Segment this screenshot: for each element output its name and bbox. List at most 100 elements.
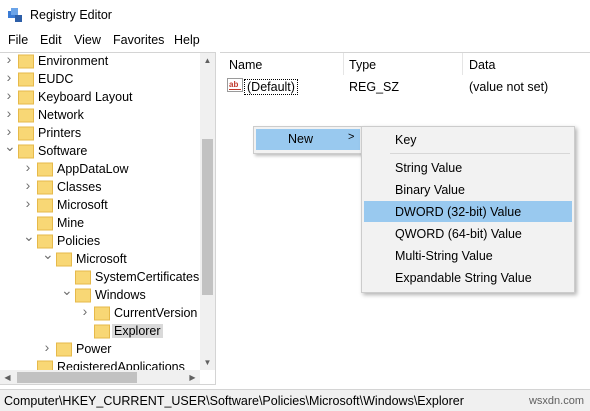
submenu-item-label: String Value <box>395 161 463 175</box>
chevron-right-icon[interactable]: › <box>4 53 14 66</box>
folder-icon <box>56 252 72 267</box>
chevron-right-icon[interactable]: › <box>4 70 14 84</box>
folder-icon <box>37 180 53 195</box>
folder-icon <box>94 324 110 339</box>
submenu-item-label: QWORD (64-bit) Value <box>395 227 522 241</box>
tree-item-label: Classes <box>57 180 102 194</box>
value-data: (value not set) <box>469 80 549 94</box>
tree-item-label: CurrentVersion <box>114 306 198 320</box>
column-header-name[interactable]: Name <box>229 58 262 72</box>
tree-item[interactable]: › Keyboard Layout <box>0 88 200 107</box>
chevron-right-icon[interactable]: › <box>23 196 33 210</box>
folder-icon <box>56 342 72 357</box>
column-divider[interactable] <box>462 53 463 75</box>
value-type: REG_SZ <box>349 80 400 94</box>
svg-text:ab: ab <box>229 80 238 89</box>
tree-item[interactable]: ⌄ Windows <box>0 283 200 305</box>
submenu-item-label: Multi-String Value <box>395 249 493 263</box>
submenu-item[interactable]: Multi-String Value <box>364 245 572 266</box>
chevron-right-icon[interactable]: › <box>80 304 90 318</box>
tree-item[interactable]: › Power <box>0 340 200 359</box>
tree-item[interactable]: › Environment <box>0 53 200 71</box>
key-tree[interactable]: › Environment › EUDC › Keyboard Layout › Networ… <box>0 52 216 385</box>
tree-item-label: EUDC <box>38 72 74 86</box>
tree-item-label: Environment <box>38 54 109 68</box>
folder-icon <box>75 270 91 285</box>
column-header-data[interactable]: Data <box>469 58 495 72</box>
chevron-right-icon[interactable]: › <box>4 88 14 102</box>
tree-item[interactable]: Explorer <box>0 323 200 341</box>
tree-item[interactable]: ⌄ Microsoft <box>0 247 200 269</box>
tree-item[interactable]: › Classes <box>0 178 200 197</box>
submenu-item[interactable]: QWORD (64-bit) Value <box>364 223 572 244</box>
new-submenu: Key String Value Binary Value DWORD (32-bit… <box>361 126 575 293</box>
column-divider[interactable] <box>343 53 344 75</box>
scroll-up-icon[interactable]: ▲ <box>200 53 215 68</box>
tree-item[interactable]: ⌄ Policies <box>0 229 200 251</box>
tree-horizontal-scrollbar[interactable]: ◀ ▶ <box>0 370 200 384</box>
scroll-down-icon[interactable]: ▼ <box>200 355 215 370</box>
chevron-down-icon[interactable]: ⌄ <box>42 247 54 261</box>
tree-item-label: Software <box>38 144 88 158</box>
tree-horizontal-scroll-thumb[interactable] <box>17 372 137 383</box>
folder-icon <box>18 54 34 69</box>
submenu-item[interactable]: Expandable String Value <box>364 267 572 288</box>
folder-icon <box>75 288 91 303</box>
submenu-item-label: Key <box>395 133 417 147</box>
submenu-arrow-icon: > <box>348 131 355 143</box>
menu-favorites[interactable]: Favorites <box>112 33 165 47</box>
menu-edit[interactable]: Edit <box>39 33 63 47</box>
folder-icon <box>94 306 110 321</box>
registry-editor-icon <box>8 8 22 22</box>
chevron-right-icon[interactable]: › <box>23 160 33 174</box>
submenu-item[interactable]: Key <box>364 129 572 150</box>
string-value-icon: ab <box>227 78 243 92</box>
tree-item[interactable]: ⌄ Software <box>0 139 200 161</box>
submenu-item[interactable]: String Value <box>364 157 572 178</box>
tree-item[interactable]: › CurrentVersion <box>0 304 200 323</box>
context-menu-item-new-label[interactable]: New <box>288 132 313 146</box>
folder-icon <box>18 126 34 141</box>
chevron-down-icon[interactable]: ⌄ <box>61 283 73 297</box>
menu-file[interactable]: File <box>7 33 29 47</box>
column-header-type[interactable]: Type <box>349 58 376 72</box>
folder-icon <box>37 198 53 213</box>
folder-icon <box>18 144 34 159</box>
tree-item-label: Microsoft <box>76 252 127 266</box>
tree-item-label: Explorer <box>112 324 163 338</box>
scroll-left-icon[interactable]: ◀ <box>0 370 15 384</box>
tree-item[interactable]: › Network <box>0 106 200 125</box>
context-menu: New > <box>253 126 364 154</box>
tree-item-label: Policies <box>57 234 101 248</box>
chevron-right-icon[interactable]: › <box>4 106 14 120</box>
submenu-item-label: DWORD (32-bit) Value <box>395 205 522 219</box>
tree-item-label: Mine <box>57 216 85 230</box>
menu-separator <box>390 153 570 154</box>
tree-item[interactable]: › Microsoft <box>0 196 200 215</box>
tree-item-label: Network <box>38 108 84 122</box>
tree-item[interactable]: SystemCertificates <box>0 269 200 287</box>
tree-vertical-scroll-thumb[interactable] <box>202 139 213 295</box>
tree-item[interactable]: › EUDC <box>0 70 200 89</box>
window-title: Registry Editor <box>30 8 112 22</box>
submenu-item[interactable]: Binary Value <box>364 179 572 200</box>
value-name-default[interactable]: (Default) <box>244 79 298 95</box>
chevron-right-icon[interactable]: › <box>23 178 33 192</box>
chevron-right-icon[interactable]: › <box>42 340 52 354</box>
menu-help[interactable]: Help <box>173 33 201 47</box>
chevron-right-icon[interactable]: › <box>4 124 14 138</box>
tree-item-label: Keyboard Layout <box>38 90 133 104</box>
tree-item[interactable]: › AppDataLow <box>0 160 200 179</box>
scroll-right-icon[interactable]: ▶ <box>185 370 200 384</box>
chevron-down-icon[interactable]: ⌄ <box>4 139 16 153</box>
submenu-item[interactable]: DWORD (32-bit) Value <box>364 201 572 222</box>
folder-icon <box>37 216 53 231</box>
tree-item-label: Windows <box>95 288 146 302</box>
submenu-item-label: Expandable String Value <box>395 271 532 285</box>
tree-item[interactable]: › Printers <box>0 124 200 143</box>
folder-icon <box>18 72 34 87</box>
tree-vertical-scrollbar[interactable]: ▲ ▼ <box>200 53 215 370</box>
tree-item-label: Printers <box>38 126 82 140</box>
menu-view[interactable]: View <box>73 33 102 47</box>
chevron-down-icon[interactable]: ⌄ <box>23 229 35 243</box>
